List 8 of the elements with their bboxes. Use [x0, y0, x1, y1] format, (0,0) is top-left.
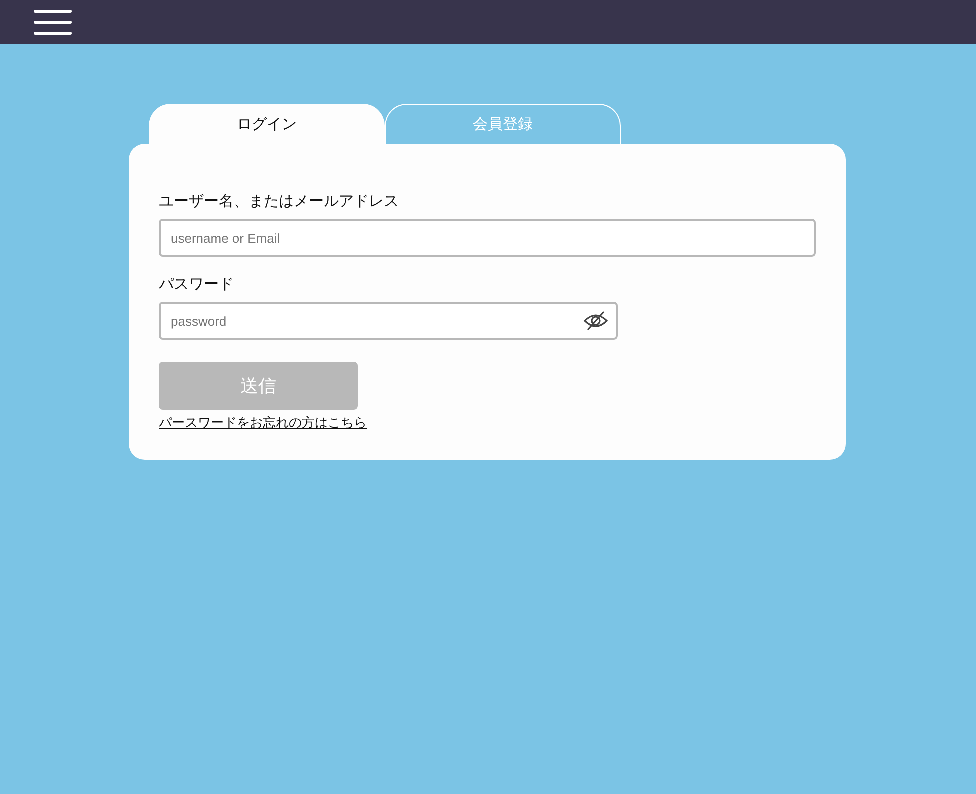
field-label: ユーザー名、またはメールアドレス [159, 192, 399, 211]
password-field[interactable]: password [159, 302, 618, 340]
tab[interactable]: ログイン [149, 104, 385, 144]
field-label: パスワード [159, 275, 234, 294]
eye-slash-icon[interactable] [583, 310, 609, 332]
username-field[interactable]: username or Email [159, 219, 816, 257]
menu-icon[interactable] [34, 10, 72, 34]
forgot-password-link[interactable]: パースワードをお忘れの方はこちら [159, 416, 367, 431]
